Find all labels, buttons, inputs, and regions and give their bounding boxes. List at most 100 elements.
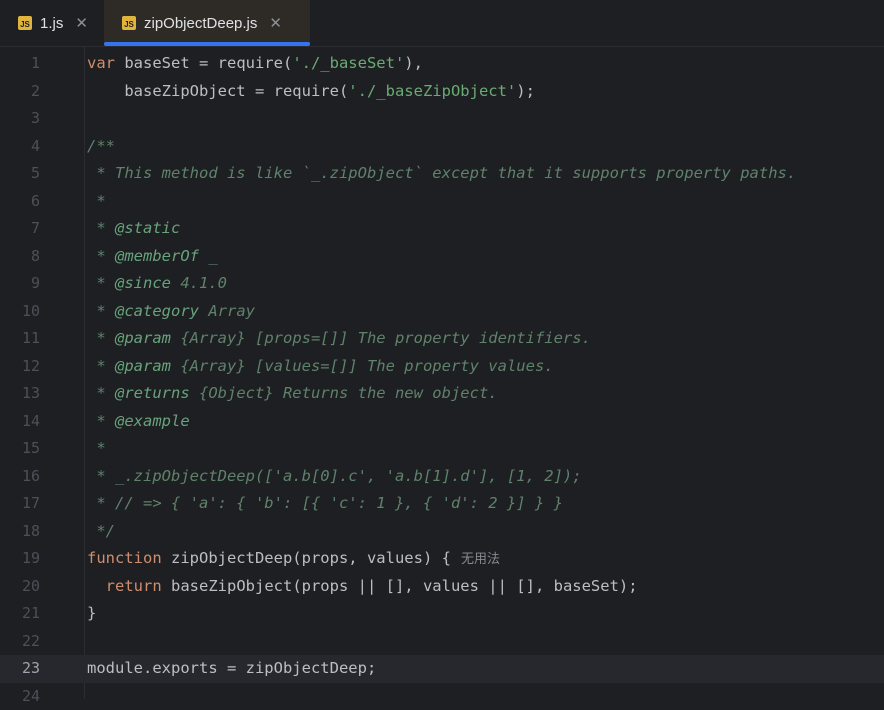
- code-line[interactable]: 16 * _.zipObjectDeep(['a.b[0].c', 'a.b[1…: [0, 463, 884, 491]
- code-token-tag: @since: [115, 274, 171, 292]
- code-line[interactable]: 3: [0, 105, 884, 133]
- code-token-plain: ),: [404, 54, 423, 72]
- code-line[interactable]: 8 * @memberOf _: [0, 243, 884, 271]
- code-line[interactable]: 19 function zipObjectDeep(props, values) …: [0, 545, 884, 573]
- code-line[interactable]: 23 module.exports = zipObjectDeep;: [0, 655, 884, 683]
- code-text: * @category Array: [87, 298, 255, 326]
- code-token-doc: * // => { 'a': { 'b': [{ 'c': 1 }, { 'd'…: [87, 494, 563, 512]
- line-number: 1: [0, 50, 40, 78]
- line-number: 23: [0, 655, 40, 683]
- tab-zipobjectdeep-js[interactable]: JS zipObjectDeep.js ✕: [104, 0, 310, 46]
- code-token-tag: @param: [115, 329, 171, 347]
- code-text: * This method is like `_.zipObject` exce…: [87, 160, 796, 188]
- code-token-plain: );: [516, 82, 535, 100]
- code-token-doc: *: [87, 247, 115, 265]
- code-token-tag: @param: [115, 357, 171, 375]
- code-text: * @memberOf _: [87, 243, 218, 271]
- code-line[interactable]: 1 var baseSet = require('./_baseSet'),: [0, 50, 884, 78]
- line-number: 13: [0, 380, 40, 408]
- code-line[interactable]: 11 * @param {Array} [props=[]] The prope…: [0, 325, 884, 353]
- code-text: * // => { 'a': { 'b': [{ 'c': 1 }, { 'd'…: [87, 490, 563, 518]
- code-text: var baseSet = require('./_baseSet'),: [87, 50, 423, 78]
- code-text: */: [87, 518, 115, 546]
- code-token-plain: zipObjectDeep(props, values) {: [162, 549, 451, 567]
- usage-inlay-hint[interactable]: 无用法: [461, 552, 500, 567]
- code-token-doc: /**: [87, 137, 115, 155]
- code-token-doc: *: [87, 357, 115, 375]
- code-line[interactable]: 5 * This method is like `_.zipObject` ex…: [0, 160, 884, 188]
- code-token-doc: _: [199, 247, 218, 265]
- code-token-doc: *: [87, 412, 115, 430]
- code-line[interactable]: 2 baseZipObject = require('./_baseZipObj…: [0, 78, 884, 106]
- code-token-kw: var: [87, 54, 115, 72]
- code-token-plain: }: [87, 604, 96, 622]
- js-file-icon: JS: [18, 16, 32, 30]
- code-line[interactable]: 6 *: [0, 188, 884, 216]
- close-icon[interactable]: ✕: [75, 14, 88, 32]
- code-text: function zipObjectDeep(props, values) { 无…: [87, 545, 500, 574]
- code-line[interactable]: 24: [0, 683, 884, 710]
- line-number: 4: [0, 133, 40, 161]
- close-icon[interactable]: ✕: [269, 14, 282, 32]
- code-token-kw: function: [87, 549, 162, 567]
- code-token-tag: @category: [115, 302, 199, 320]
- code-token-doc: *: [87, 274, 115, 292]
- code-text: /**: [87, 133, 115, 161]
- editor-tab-bar: JS 1.js ✕ JS zipObjectDeep.js ✕: [0, 0, 884, 47]
- code-token-tag: @returns: [115, 384, 190, 402]
- line-number: 15: [0, 435, 40, 463]
- code-token-plain: module.exports = zipObjectDeep;: [87, 659, 376, 677]
- code-line[interactable]: 12 * @param {Array} [values=[]] The prop…: [0, 353, 884, 381]
- line-number: 10: [0, 298, 40, 326]
- line-number: 17: [0, 490, 40, 518]
- code-token-doc: *: [87, 384, 115, 402]
- js-file-icon: JS: [122, 16, 136, 30]
- code-text: * @param {Array} [values=[]] The propert…: [87, 353, 554, 381]
- code-line[interactable]: 13 * @returns {Object} Returns the new o…: [0, 380, 884, 408]
- line-number: 12: [0, 353, 40, 381]
- line-number: 14: [0, 408, 40, 436]
- tab-1-js[interactable]: JS 1.js ✕: [0, 0, 103, 46]
- code-line[interactable]: 9 * @since 4.1.0: [0, 270, 884, 298]
- code-line[interactable]: 18 */: [0, 518, 884, 546]
- code-token-doc: {Array} [props=[]] The property identifi…: [171, 329, 591, 347]
- code-editor[interactable]: 1 var baseSet = require('./_baseSet'),2 b…: [0, 47, 884, 699]
- code-text: * @returns {Object} Returns the new obje…: [87, 380, 498, 408]
- code-line[interactable]: 15 *: [0, 435, 884, 463]
- line-number: 21: [0, 600, 40, 628]
- tab-label: zipObjectDeep.js: [144, 15, 257, 32]
- line-number: 11: [0, 325, 40, 353]
- code-line[interactable]: 22: [0, 628, 884, 656]
- code-line[interactable]: 21}: [0, 600, 884, 628]
- code-line[interactable]: 17 * // => { 'a': { 'b': [{ 'c': 1 }, { …: [0, 490, 884, 518]
- active-tab-indicator: [104, 42, 310, 46]
- line-number: 5: [0, 160, 40, 188]
- line-number: 18: [0, 518, 40, 546]
- line-number: 6: [0, 188, 40, 216]
- code-text: * @since 4.1.0: [87, 270, 227, 298]
- code-line[interactable]: 10 * @category Array: [0, 298, 884, 326]
- tab-label: 1.js: [40, 15, 63, 32]
- code-line[interactable]: 20 return baseZipObject(props || [], val…: [0, 573, 884, 601]
- code-token-doc: *: [87, 192, 106, 210]
- line-number: 3: [0, 105, 40, 133]
- line-number: 20: [0, 573, 40, 601]
- code-text: * @example: [87, 408, 190, 436]
- code-line[interactable]: 4 /**: [0, 133, 884, 161]
- code-token-tag: @static: [115, 219, 180, 237]
- code-text: module.exports = zipObjectDeep;: [87, 655, 376, 683]
- line-number: 22: [0, 628, 40, 656]
- code-token-str: './_baseSet': [292, 54, 404, 72]
- line-number: 19: [0, 545, 40, 573]
- code-line[interactable]: 14 * @example: [0, 408, 884, 436]
- code-text: *: [87, 435, 106, 463]
- line-number: 7: [0, 215, 40, 243]
- line-number: 16: [0, 463, 40, 491]
- code-text: }: [87, 600, 96, 628]
- code-token-doc: * This method is like `_.zipObject` exce…: [87, 164, 796, 182]
- code-token-plain: baseZipObject = require(: [87, 82, 348, 100]
- code-line[interactable]: 7 * @static: [0, 215, 884, 243]
- code-token-tag: @memberOf: [115, 247, 199, 265]
- code-text: * _.zipObjectDeep(['a.b[0].c', 'a.b[1].d…: [87, 463, 582, 491]
- code-token-doc: Array: [199, 302, 255, 320]
